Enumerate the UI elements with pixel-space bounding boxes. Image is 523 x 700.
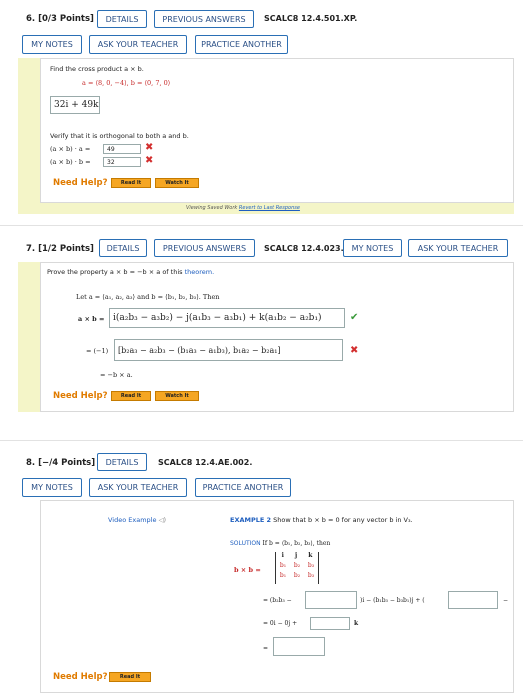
example-title: EXAMPLE 2 bbox=[230, 516, 272, 524]
example-text: Show that b × b = 0 for any vector b in … bbox=[273, 516, 413, 524]
bxb-label: b × b = bbox=[234, 566, 261, 574]
q7-ask-teacher-button[interactable]: ASK YOUR TEACHER bbox=[408, 239, 508, 257]
det-cell: j bbox=[294, 552, 298, 559]
q7-prompt: Prove the property a × b = −b × a of thi… bbox=[47, 268, 214, 276]
q8-practice-another-button[interactable]: PRACTICE ANOTHER bbox=[195, 478, 291, 497]
q8-label: 8. [−/4 Points] bbox=[26, 458, 96, 468]
q7-line2-label: = (−1) bbox=[86, 347, 109, 355]
q6-saved-status: Viewing Saved Work Revert to Last Respon… bbox=[186, 205, 300, 211]
q6-my-notes-button[interactable]: MY NOTES bbox=[22, 35, 82, 54]
q7-margin-stripe bbox=[18, 262, 40, 412]
q6-read-it-button[interactable]: Read It bbox=[111, 178, 151, 188]
incorrect-icon: ✖ bbox=[145, 155, 154, 166]
q6-verify-text: Verify that it is orthogonal to both a a… bbox=[50, 132, 189, 140]
q7-line1-label: a × b = bbox=[78, 315, 105, 323]
q7-previous-answers-button[interactable]: PREVIOUS ANSWERS bbox=[154, 239, 255, 257]
question-divider bbox=[0, 440, 523, 441]
det-cell: b₂ bbox=[293, 562, 301, 569]
eq2-end: k bbox=[354, 620, 359, 627]
q7-need-help: Need Help? bbox=[53, 391, 108, 401]
q8-my-notes-button[interactable]: MY NOTES bbox=[22, 478, 82, 497]
q7-panel bbox=[40, 262, 514, 412]
determinant: i j k b₁ b₂ b₃ b₁ b₂ b₃ bbox=[275, 552, 319, 584]
q8-reference: SCALC8 12.4.AE.002. bbox=[158, 458, 253, 467]
q6-margin-stripe bbox=[18, 58, 40, 214]
correct-icon: ✔ bbox=[350, 312, 359, 323]
incorrect-icon: ✖ bbox=[350, 345, 359, 356]
incorrect-icon: ✖ bbox=[145, 142, 154, 153]
eq3-label: = bbox=[263, 645, 269, 652]
q6-dot-b-input[interactable]: 32 bbox=[103, 157, 141, 167]
q7-line3: = −b × a. bbox=[100, 371, 133, 379]
eq2-start: = 0i − 0j + bbox=[263, 620, 298, 627]
eq1-end: − bbox=[503, 597, 509, 604]
question-divider bbox=[0, 225, 523, 226]
eq1-start: = (b₂b₃ − bbox=[263, 597, 292, 604]
q7-reference: SCALC8 12.4.023. bbox=[264, 244, 344, 253]
theorem-link[interactable]: theorem. bbox=[185, 268, 215, 276]
eq1-input-1[interactable] bbox=[305, 591, 357, 609]
q7-line2-input[interactable]: [b₂a₃ − a₂b₃ − (b₁a₃ − a₁b₃), b₁a₂ − b₂a… bbox=[114, 339, 343, 361]
det-cell: b₃ bbox=[307, 572, 315, 579]
det-cell: b₂ bbox=[293, 572, 301, 579]
q8-read-it-button[interactable]: Read It bbox=[109, 672, 151, 682]
det-row-b1: b₁ b₂ b₃ bbox=[276, 562, 318, 572]
q6-prompt: Find the cross product a × b. bbox=[50, 65, 144, 73]
eq1-input-2[interactable] bbox=[448, 591, 498, 609]
q6-label: 6. [0/3 Points] bbox=[26, 14, 94, 24]
q7-label: 7. [1/2 Points] bbox=[26, 244, 94, 254]
q6-dot-b-label: (a × b) · b = bbox=[50, 158, 91, 166]
q8-need-help: Need Help? bbox=[53, 672, 108, 682]
det-row-ijk: i j k bbox=[276, 552, 318, 562]
det-cell: k bbox=[308, 552, 313, 559]
q6-dot-a-label: (a × b) · a = bbox=[50, 145, 91, 153]
det-cell: i bbox=[281, 552, 284, 559]
q7-let: Let a = ⟨a₁, a₂, a₃⟩ and b = ⟨b₁, b₂, b₃… bbox=[76, 293, 220, 301]
det-row-b2: b₁ b₂ b₃ bbox=[276, 572, 318, 582]
eq3-input[interactable] bbox=[273, 637, 325, 656]
q6-dot-a-input[interactable]: 49 bbox=[103, 144, 141, 154]
saved-work-label: Viewing Saved Work bbox=[186, 205, 238, 211]
q7-details-button[interactable]: DETAILS bbox=[99, 239, 147, 257]
q8-details-button[interactable]: DETAILS bbox=[97, 453, 147, 471]
q8-ask-teacher-button[interactable]: ASK YOUR TEACHER bbox=[89, 478, 187, 497]
q6-practice-another-button[interactable]: PRACTICE ANOTHER bbox=[195, 35, 288, 54]
revert-link[interactable]: Revert to Last Response bbox=[239, 205, 300, 211]
video-example-link[interactable]: Video Example ◁) bbox=[108, 516, 166, 524]
solution-label: SOLUTION bbox=[230, 540, 261, 547]
q7-watch-it-button[interactable]: Watch It bbox=[155, 391, 199, 401]
q6-watch-it-button[interactable]: Watch It bbox=[155, 178, 199, 188]
eq2-input[interactable] bbox=[310, 617, 350, 630]
q6-ask-teacher-button[interactable]: ASK YOUR TEACHER bbox=[89, 35, 187, 54]
q6-previous-answers-button[interactable]: PREVIOUS ANSWERS bbox=[154, 10, 254, 28]
q6-cross-product-answer[interactable]: 32i + 49k bbox=[50, 96, 100, 114]
q6-reference: SCALC8 12.4.501.XP. bbox=[264, 14, 358, 23]
det-cell: b₃ bbox=[307, 562, 315, 569]
det-cell: b₁ bbox=[279, 562, 287, 569]
q7-prompt-text: Prove the property a × b = −b × a of thi… bbox=[47, 268, 183, 276]
q6-vectors: a = ⟨8, 0, −4⟩, b = ⟨0, 7, 0⟩ bbox=[82, 79, 171, 87]
q6-need-help: Need Help? bbox=[53, 178, 108, 188]
example-header: EXAMPLE 2 Show that b × b = 0 for any ve… bbox=[230, 516, 413, 524]
q6-details-button[interactable]: DETAILS bbox=[97, 10, 147, 28]
q7-read-it-button[interactable]: Read It bbox=[111, 391, 151, 401]
solution-text: If b = ⟨b₁, b₂, b₃⟩, then bbox=[262, 540, 331, 547]
det-cell: b₁ bbox=[279, 572, 287, 579]
solution-line: SOLUTION If b = ⟨b₁, b₂, b₃⟩, then bbox=[230, 540, 330, 547]
speaker-icon: ◁) bbox=[158, 516, 167, 524]
video-example-label: Video Example bbox=[108, 516, 157, 524]
eq1-mid: )i − (b₁b₃ − b₃b₁)j + ( bbox=[360, 597, 425, 604]
q7-line1-input[interactable]: i(a₂b₃ − a₃b₂) − j(a₁b₃ − a₃b₁) + k(a₁b₂… bbox=[109, 308, 345, 328]
q7-my-notes-button[interactable]: MY NOTES bbox=[343, 239, 402, 257]
